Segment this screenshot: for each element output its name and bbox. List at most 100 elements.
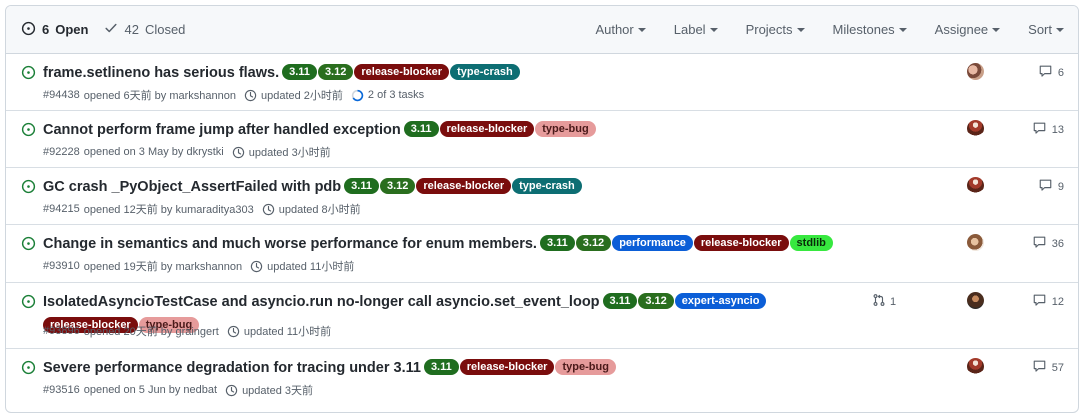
caret-down-icon <box>1056 28 1064 32</box>
label-pill[interactable]: expert-asyncio <box>674 293 767 309</box>
issue-updated: updated 8小时前 <box>278 204 361 216</box>
sort-filter[interactable]: Sort <box>1014 22 1078 37</box>
label-pill[interactable]: release-blocker <box>459 359 555 375</box>
issue-title-line: frame.setlineno has serious flaws. 3.11 3.… <box>43 61 853 85</box>
issue-row[interactable]: Change in semantics and much worse perfo… <box>6 225 1078 283</box>
linked-pull-requests[interactable]: 1 <box>872 293 896 310</box>
comments-link[interactable]: 12 <box>1032 293 1064 310</box>
issue-open-icon <box>21 360 36 380</box>
issue-updated: updated 3小时前 <box>248 147 331 159</box>
sort-filter-label: Sort <box>1028 22 1052 37</box>
label-pill[interactable]: 3.11 <box>539 235 575 251</box>
milestones-filter[interactable]: Milestones <box>819 22 921 37</box>
issue-number: #93516 <box>43 384 80 396</box>
issue-title-link[interactable]: GC crash _PyObject_AssertFailed with pdb <box>43 179 341 195</box>
projects-filter[interactable]: Projects <box>732 22 819 37</box>
label-pill[interactable]: 3.11 <box>602 293 638 309</box>
avatar-portrait[interactable] <box>967 234 984 251</box>
label-pill[interactable]: 3.11 <box>282 64 317 80</box>
pull-request-icon <box>872 293 886 310</box>
label-pill[interactable]: 3.11 <box>344 178 379 194</box>
closed-issues-toggle[interactable]: 42 Closed <box>104 21 185 38</box>
comments-link[interactable]: 9 <box>1038 178 1064 195</box>
comments-link[interactable]: 13 <box>1032 121 1064 138</box>
label-pill[interactable]: release-blocker <box>354 64 450 80</box>
comment-count: 6 <box>1057 66 1064 79</box>
issue-open-icon <box>21 122 36 142</box>
issue-open-icon <box>21 294 36 314</box>
comment-count: 13 <box>1051 123 1064 136</box>
issue-title-line: Change in semantics and much worse perfo… <box>43 232 853 256</box>
label-pill[interactable]: 3.12 <box>638 293 674 309</box>
label-pill[interactable]: type-bug <box>555 359 616 375</box>
avatar-dark[interactable] <box>967 292 984 309</box>
comments-link[interactable]: 6 <box>1038 64 1064 81</box>
issue-number: #94438 <box>43 89 80 101</box>
comment-count: 12 <box>1051 295 1064 308</box>
issue-row[interactable]: Cannot perform frame jump after handled … <box>6 111 1078 168</box>
assignee-filter-label: Assignee <box>934 22 989 37</box>
state-toggle: 6 Open 42 Closed <box>21 6 201 53</box>
label-pill[interactable]: stdlib <box>789 235 833 251</box>
comment-icon <box>1038 64 1053 81</box>
issue-number: #93910 <box>43 260 80 272</box>
avatar-cake[interactable] <box>967 120 984 137</box>
issue-rows: frame.setlineno has serious flaws. 3.11 3.… <box>6 54 1078 405</box>
issue-row[interactable]: GC crash _PyObject_AssertFailed with pdb… <box>6 168 1078 225</box>
avatar-cake[interactable] <box>967 177 984 194</box>
open-issues-toggle[interactable]: 6 Open <box>21 21 88 39</box>
comment-count: 57 <box>1051 361 1064 374</box>
label-pill[interactable]: release-blocker <box>439 121 535 137</box>
closed-label: Closed <box>144 22 186 37</box>
label-pill[interactable]: 3.11 <box>403 121 439 137</box>
avatar-cake[interactable] <box>967 358 984 375</box>
comment-count: 36 <box>1051 237 1064 250</box>
issue-title-link[interactable]: frame.setlineno has serious flaws. <box>43 65 279 81</box>
label-pill[interactable]: release-blocker <box>693 235 789 251</box>
issue-title-link[interactable]: IsolatedAsyncioTestCase and asyncio.run … <box>43 294 600 310</box>
issue-title-link[interactable]: Severe performance degradation for traci… <box>43 360 421 376</box>
label-filter[interactable]: Label <box>660 22 732 37</box>
clock-icon <box>250 260 263 273</box>
check-icon <box>104 21 118 38</box>
issue-title-link[interactable]: Change in semantics and much worse perfo… <box>43 236 537 252</box>
comment-icon <box>1032 121 1047 138</box>
open-count: 6 <box>42 22 50 37</box>
author-filter[interactable]: Author <box>581 22 659 37</box>
closed-count: 42 <box>124 22 139 37</box>
issue-row[interactable]: IsolatedAsyncioTestCase and asyncio.run … <box>6 283 1078 349</box>
label-filter-label: Label <box>673 22 706 37</box>
label-pill[interactable]: 3.12 <box>317 64 354 80</box>
issue-title-link[interactable]: Cannot perform frame jump after handled … <box>43 122 401 138</box>
filter-bar: Author Label Projects Milestones Assigne… <box>581 6 1078 53</box>
open-label: Open <box>55 22 89 37</box>
issue-open-icon <box>21 65 36 85</box>
milestones-filter-label: Milestones <box>832 22 895 37</box>
issue-meta: #92228 opened on 3 May by dkrystki updated… <box>43 144 335 160</box>
comments-link[interactable]: 57 <box>1032 359 1064 376</box>
label-pill[interactable]: performance <box>612 235 693 251</box>
issue-opened: opened 20天前 by graingert <box>83 326 219 338</box>
label-pill[interactable]: type-crash <box>512 178 582 194</box>
assignee-filter[interactable]: Assignee <box>921 22 1014 37</box>
avatar-two-people[interactable] <box>967 63 984 80</box>
label-pill[interactable]: type-crash <box>450 64 520 80</box>
task-progress-icon <box>351 89 364 102</box>
clock-icon <box>244 89 257 102</box>
issue-title-line: Cannot perform frame jump after handled … <box>43 118 853 142</box>
label-pill[interactable]: 3.11 <box>423 359 459 375</box>
caret-down-icon <box>992 28 1001 32</box>
task-progress: 2 of 3 tasks <box>367 89 425 101</box>
label-pill[interactable]: 3.12 <box>379 178 416 194</box>
issue-row[interactable]: frame.setlineno has serious flaws. 3.11 3.… <box>6 54 1078 111</box>
label-pill[interactable]: release-blocker <box>416 178 512 194</box>
label-pill[interactable]: type-bug <box>535 121 596 137</box>
comments-link[interactable]: 36 <box>1032 235 1064 252</box>
issue-updated: updated 2小时前 <box>260 90 343 102</box>
issue-row[interactable]: Severe performance degradation for traci… <box>6 349 1078 405</box>
label-pill[interactable]: 3.12 <box>575 235 612 251</box>
author-filter-label: Author <box>595 22 634 37</box>
clock-icon <box>227 325 240 338</box>
comment-count: 9 <box>1057 180 1064 193</box>
clock-icon <box>262 203 275 216</box>
